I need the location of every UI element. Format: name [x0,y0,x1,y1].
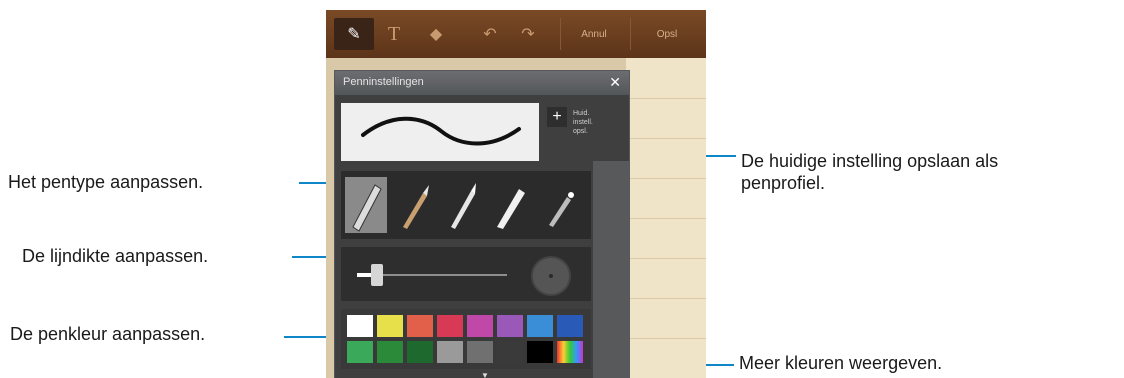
pen-type-marker[interactable] [345,177,387,233]
more-colors-arrow-icon[interactable]: ▼ [481,371,489,378]
pen-type-calligraphy[interactable] [489,177,531,233]
save-label: Opsl [656,28,678,40]
color-swatch[interactable] [467,341,493,363]
thickness-preview-dot [531,256,571,296]
notebook-rule [626,338,706,339]
color-palette [341,309,591,369]
panel-header: Penninstellingen ✕ [335,71,629,95]
color-swatch[interactable] [407,341,433,363]
notebook-rule [626,258,706,259]
pencil-icon [549,192,574,227]
pen-tool-icon: ✎ [347,26,361,43]
color-swatch[interactable] [407,315,433,337]
color-swatch[interactable] [347,341,373,363]
toolbar-divider [560,18,561,50]
callout-pen-type: Het pentype aanpassen. [8,172,204,192]
eraser-tool-button[interactable]: ◆ [422,18,450,50]
stroke-wave-icon [361,116,521,146]
cancel-button[interactable]: Annul [564,18,624,50]
color-swatch[interactable] [557,315,583,337]
redo-button[interactable]: ↷ [516,18,540,50]
color-swatch[interactable] [527,341,553,363]
notebook-rule [626,218,706,219]
notebook-rule [626,178,706,179]
color-swatch[interactable] [497,341,523,363]
callout-line-thickness: De lijndikte aanpassen. [22,246,209,266]
line-thickness-control [341,247,591,301]
toolbar: ✎ T ◆ ↶ ↷ Annul Opsl [326,10,706,58]
marker-pen-icon [352,184,382,232]
calligraphy-pen-icon [497,189,525,229]
color-swatch[interactable] [347,315,373,337]
callout-save-profile-line1: De huidige instelling opslaan als [741,151,999,171]
add-pen-profile-button[interactable]: + [547,107,567,127]
text-tool-button[interactable]: T [380,18,408,50]
save-profile-label: Huid. instell. opsl. [573,110,593,135]
brush-pen-icon [403,185,429,229]
pen-type-brush[interactable] [393,177,435,233]
cancel-label: Annul [581,28,607,40]
color-swatch[interactable] [377,341,403,363]
color-swatch[interactable] [497,315,523,337]
pen-type-pencil[interactable] [537,177,579,233]
panel-title: Penninstellingen [343,76,424,88]
notebook-rule [626,98,706,99]
notebook-rule [626,298,706,299]
redo-icon: ↷ [521,26,535,43]
thickness-slider-handle[interactable] [371,264,383,286]
fountain-pen-icon [451,183,476,229]
stroke-preview [341,103,539,161]
close-icon[interactable]: ✕ [609,74,621,91]
pen-type-selector [341,171,591,239]
color-swatch[interactable] [377,315,403,337]
pen-type-fountain[interactable] [441,177,483,233]
callout-save-profile: De huidige instelling opslaan als penpro… [741,150,998,194]
color-swatch[interactable] [527,315,553,337]
undo-icon: ↶ [483,26,497,43]
toolbar-divider [630,18,631,50]
undo-button[interactable]: ↶ [478,18,502,50]
color-swatch[interactable] [467,315,493,337]
save-button[interactable]: Opsl [636,18,698,50]
color-swatch[interactable] [557,341,583,363]
device-screenshot: ✎ T ◆ ↶ ↷ Annul Opsl Penninstellingen ✕ … [326,10,706,378]
side-column [593,161,629,378]
callout-more-colors: Meer kleuren weergeven. [739,353,943,373]
color-swatch[interactable] [437,341,463,363]
callout-pen-color: De penkleur aanpassen. [10,324,206,344]
pen-tool-button[interactable]: ✎ [334,18,374,50]
plus-icon: + [552,108,562,125]
notebook-page[interactable] [626,58,706,378]
text-tool-icon: T [387,22,401,45]
notebook-rule [626,138,706,139]
eraser-tool-icon: ◆ [429,26,443,43]
callout-save-profile-line2: penprofiel. [741,173,826,193]
color-swatch[interactable] [437,315,463,337]
pen-settings-panel: Penninstellingen ✕ + Huid. instell. opsl… [334,70,630,378]
